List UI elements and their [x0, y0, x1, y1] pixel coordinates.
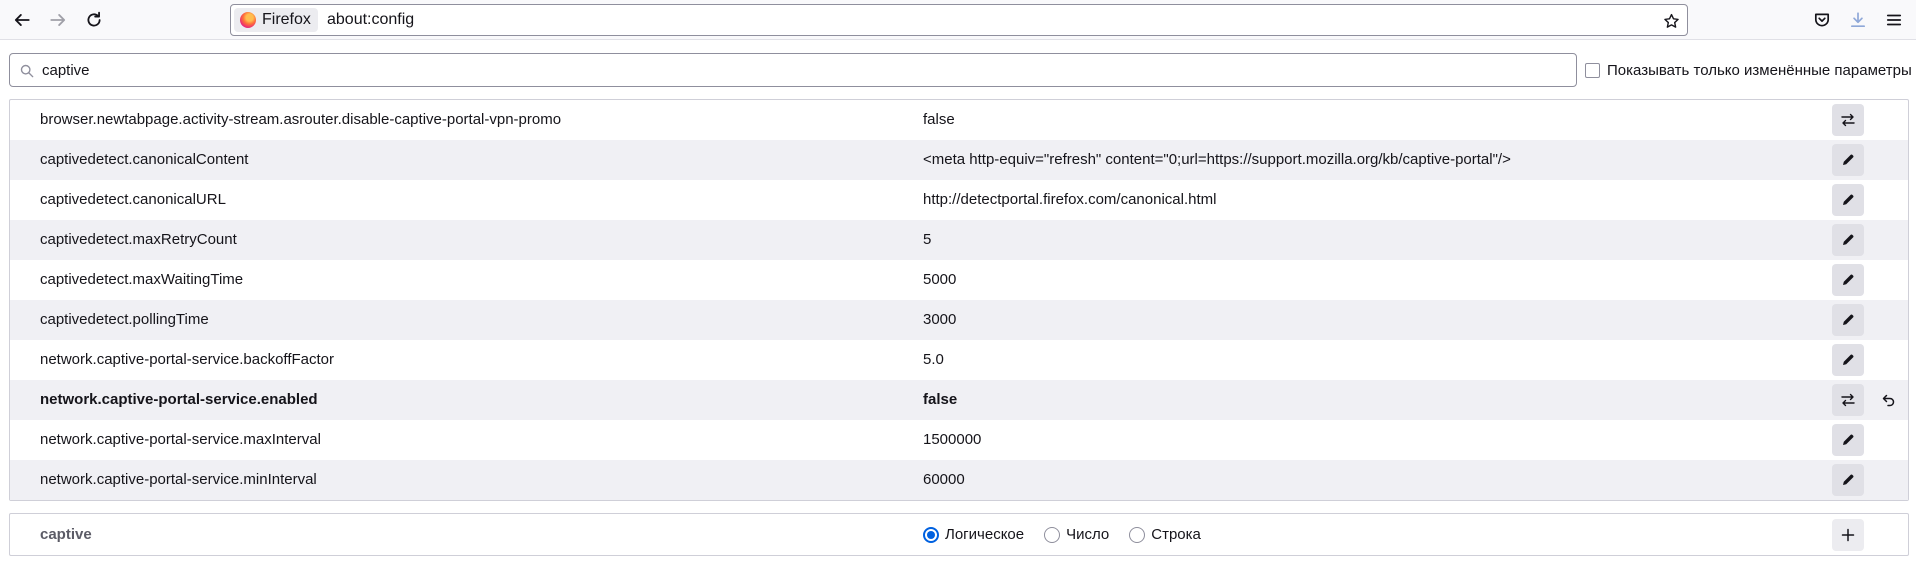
download-icon	[1850, 12, 1866, 28]
navigation-toolbar: Firefox about:config	[0, 0, 1916, 40]
bookmark-star-button[interactable]	[1659, 9, 1683, 33]
edit-button[interactable]	[1832, 344, 1864, 376]
search-icon	[20, 64, 34, 78]
radio-boolean-label: Логическое	[945, 526, 1025, 543]
pencil-icon	[1843, 274, 1854, 285]
new-pref-name: captive	[40, 526, 92, 543]
hamburger-menu-icon	[1886, 14, 1902, 26]
reset-button[interactable]	[1872, 384, 1904, 416]
radio-string-label: Строка	[1151, 526, 1201, 543]
pref-name: network.captive-portal-service.enabled	[40, 391, 318, 408]
edit-button[interactable]	[1832, 184, 1864, 216]
edit-button[interactable]	[1832, 144, 1864, 176]
pref-row[interactable]: captivedetect.pollingTime 3000	[10, 300, 1908, 340]
radio-number-label: Число	[1066, 526, 1110, 543]
downloads-button[interactable]	[1842, 4, 1874, 36]
radio-option-boolean[interactable]: Логическое	[923, 526, 1024, 543]
pref-value: 60000	[923, 471, 965, 488]
add-pref-button[interactable]	[1832, 519, 1864, 551]
radio-string[interactable]	[1129, 526, 1146, 543]
pref-name: captivedetect.canonicalContent	[40, 151, 249, 168]
pref-row[interactable]: network.captive-portal-service.minInterv…	[10, 460, 1908, 500]
radio-option-string[interactable]: Строка	[1129, 526, 1201, 543]
pref-name: captivedetect.pollingTime	[40, 311, 209, 328]
show-only-modified-toggle[interactable]: Показывать только изменённые параметры	[1585, 60, 1912, 80]
back-arrow-icon	[14, 14, 30, 26]
toggle-button[interactable]	[1832, 384, 1864, 416]
pencil-icon	[1843, 434, 1854, 445]
pref-row[interactable]: browser.newtabpage.activity-stream.asrou…	[10, 100, 1908, 140]
pref-name: captivedetect.canonicalURL	[40, 191, 226, 208]
pref-search-input[interactable]: captive	[9, 53, 1577, 87]
pref-value: 3000	[923, 311, 957, 328]
radio-option-number[interactable]: Число	[1044, 526, 1109, 543]
pref-value: <meta http-equiv="refresh" content="0;ur…	[923, 151, 1511, 168]
forward-button[interactable]	[42, 4, 74, 36]
identity-box[interactable]: Firefox	[234, 8, 318, 32]
identity-label: Firefox	[262, 11, 311, 28]
pref-row[interactable]: captivedetect.maxRetryCount 5	[10, 220, 1908, 260]
toggle-button[interactable]	[1832, 104, 1864, 136]
pref-name: network.captive-portal-service.maxInterv…	[40, 431, 321, 448]
radio-number[interactable]	[1044, 526, 1061, 543]
forward-arrow-icon	[50, 14, 66, 26]
pencil-icon	[1843, 474, 1854, 485]
radio-boolean[interactable]	[923, 526, 939, 543]
pref-row[interactable]: network.captive-portal-service.maxInterv…	[10, 420, 1908, 460]
pref-name: captivedetect.maxWaitingTime	[40, 271, 244, 288]
pref-name: browser.newtabpage.activity-stream.asrou…	[40, 111, 562, 128]
pref-value: false	[923, 391, 958, 408]
toggle-icon	[1841, 113, 1855, 127]
pencil-icon	[1843, 194, 1854, 205]
edit-button[interactable]	[1832, 264, 1864, 296]
pref-name: network.captive-portal-service.backoffFa…	[40, 351, 335, 368]
show-only-modified-checkbox[interactable]	[1585, 62, 1600, 78]
pencil-icon	[1843, 354, 1854, 365]
show-only-modified-label: Показывать только изменённые параметры	[1607, 61, 1912, 79]
edit-button[interactable]	[1832, 224, 1864, 256]
reload-icon	[87, 11, 101, 27]
pocket-button[interactable]	[1806, 4, 1838, 36]
pref-name: network.captive-portal-service.minInterv…	[40, 471, 317, 488]
pref-row[interactable]: network.captive-portal-service.enabled fa…	[10, 380, 1908, 420]
pencil-icon	[1843, 154, 1854, 165]
edit-button[interactable]	[1832, 424, 1864, 456]
prefs-table: browser.newtabpage.activity-stream.asrou…	[9, 99, 1909, 501]
toggle-icon	[1841, 393, 1855, 407]
back-button[interactable]	[6, 4, 38, 36]
pocket-icon	[1814, 13, 1830, 27]
pref-row[interactable]: network.captive-portal-service.backoffFa…	[10, 340, 1908, 380]
pref-value: 1500000	[923, 431, 982, 448]
pencil-icon	[1843, 234, 1854, 245]
pref-name: captivedetect.maxRetryCount	[40, 231, 237, 248]
pref-value: false	[923, 111, 955, 128]
pref-row[interactable]: captivedetect.canonicalContent <meta http…	[10, 140, 1908, 180]
pref-type-radio-group: Логическое Число Строка	[923, 526, 1221, 543]
reload-button[interactable]	[78, 4, 110, 36]
pencil-icon	[1843, 314, 1854, 325]
url-bar[interactable]: Firefox about:config	[230, 4, 1688, 36]
url-text[interactable]: about:config	[327, 11, 414, 29]
menu-button[interactable]	[1878, 4, 1910, 36]
pref-row[interactable]: captivedetect.maxWaitingTime 5000	[10, 260, 1908, 300]
search-value: captive	[42, 62, 90, 79]
edit-button[interactable]	[1832, 464, 1864, 496]
firefox-logo-icon	[240, 12, 256, 28]
pref-value: 5.0	[923, 351, 944, 368]
star-icon	[1663, 13, 1679, 28]
edit-button[interactable]	[1832, 304, 1864, 336]
pref-value: 5	[923, 231, 932, 248]
pref-value: http://detectportal.firefox.com/canonica…	[923, 191, 1217, 208]
pref-value: 5000	[923, 271, 957, 288]
plus-icon	[1841, 528, 1855, 542]
add-pref-row: captive Логическое Число Строка	[9, 513, 1909, 556]
reset-undo-icon	[1882, 394, 1895, 407]
pref-row[interactable]: captivedetect.canonicalURL http://detectp…	[10, 180, 1908, 220]
